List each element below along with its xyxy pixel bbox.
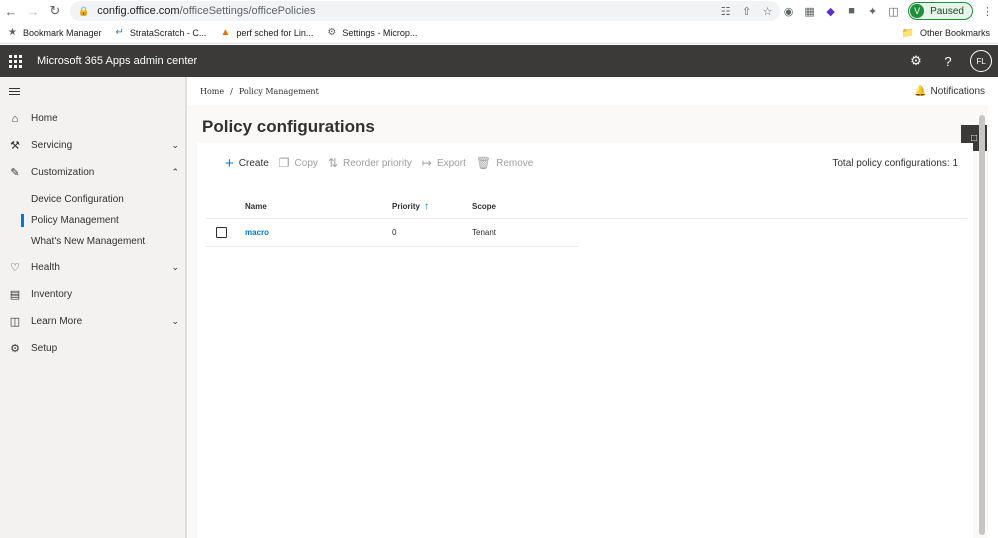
export-icon: ↦ [421, 156, 432, 170]
sidebar-collapse-button[interactable] [0, 77, 185, 105]
profile-avatar: V [910, 4, 925, 18]
sidebar-item-home[interactable]: ⌂ Home [0, 105, 185, 132]
sidebar-item-servicing[interactable]: ⚒ Servicing ⌄ [0, 132, 185, 159]
sidebar-item-whats-new-management[interactable]: What's New Management [0, 231, 185, 252]
extensions-puzzle-icon[interactable]: ✦ [862, 0, 883, 22]
lock-icon: 🔒 [78, 5, 90, 16]
trash-icon: 🗑 [475, 156, 492, 170]
user-avatar[interactable]: FL [970, 50, 992, 72]
column-header-scope[interactable]: Scope [472, 202, 572, 211]
policy-table: Name Priority ↑ Scope macro 0 Tenant [206, 195, 967, 247]
sidebar-item-device-configuration[interactable]: Device Configuration [0, 189, 185, 210]
breadcrumb-home[interactable]: Home [200, 87, 224, 96]
breadcrumb-separator: / [230, 86, 233, 96]
heart-icon: ♡ [10, 262, 20, 274]
main-area: Home / Policy Management 🔔 Notifications… [188, 77, 988, 538]
policy-priority: 0 [392, 228, 397, 237]
extension-qr-icon[interactable]: ▦ [799, 0, 820, 22]
sidebar: ⌂ Home ⚒ Servicing ⌄ ✎ Customization ⌃ D… [0, 77, 187, 538]
servicing-icon: ⚒ [10, 140, 20, 152]
chevron-up-icon: ⌃ [171, 167, 179, 177]
extension-bot-icon[interactable]: ■ [841, 0, 862, 22]
extension-purple-icon[interactable]: ◆ [820, 0, 841, 22]
column-header-priority[interactable]: Priority ↑ [392, 201, 472, 212]
profile-button[interactable]: V Paused [908, 2, 973, 20]
reorder-icon: ⇅ [327, 156, 338, 170]
bookmark-star-icon[interactable]: ☆ [757, 0, 778, 22]
profile-status: Paused [930, 5, 964, 17]
star-icon: ★ [8, 27, 17, 38]
app-title[interactable]: Microsoft 365 Apps admin center [37, 55, 197, 67]
bell-icon: 🔔 [914, 85, 927, 97]
policy-scope: Tenant [472, 228, 497, 237]
inventory-icon: ▤ [9, 289, 21, 301]
gear-icon: ⚙ [10, 343, 20, 355]
sidebar-item-policy-management[interactable]: Policy Management [0, 210, 185, 231]
chevron-down-icon: ⌄ [171, 316, 179, 326]
bookmark-item[interactable]: ↵ StrataScratch - C... [116, 27, 207, 38]
address-bar[interactable]: 🔒 config.office.com/officeSettings/offic… [70, 1, 780, 21]
table-header: Name Priority ↑ Scope [206, 195, 967, 219]
share-icon[interactable]: ⇧ [736, 0, 757, 22]
sidebar-item-customization[interactable]: ✎ Customization ⌃ [0, 159, 185, 186]
flame-icon: ▲ [220, 27, 231, 38]
translate-icon[interactable]: ☷ [715, 0, 736, 22]
back-icon[interactable]: ← [0, 0, 22, 22]
policy-name-link[interactable]: macro [245, 228, 269, 237]
browser-toolbar: ← → ↻ 🔒 config.office.com/officeSettings… [0, 0, 998, 22]
strata-icon: ↵ [115, 27, 124, 38]
sidebar-item-learn-more[interactable]: ◫ Learn More ⌄ [0, 308, 185, 335]
bookmark-item[interactable]: ★ Bookmark Manager [8, 27, 102, 38]
app-header: Microsoft 365 Apps admin center ⚙ ? FL [0, 45, 998, 77]
plus-icon: + [225, 154, 234, 172]
extension-grammarly-icon[interactable]: ◉ [778, 0, 799, 22]
side-panel-icon[interactable]: ◫ [883, 0, 904, 22]
row-checkbox[interactable] [216, 227, 227, 238]
sidebar-item-health[interactable]: ♡ Health ⌄ [0, 254, 185, 281]
sort-ascending-icon: ↑ [424, 201, 430, 212]
help-icon[interactable]: ? [932, 45, 964, 77]
breadcrumb-current: Policy Management [238, 86, 319, 96]
export-button[interactable]: ↦ Export [422, 156, 466, 170]
bookmark-item[interactable]: ▲ perf sched for Lin... [220, 27, 313, 38]
table-row: macro 0 Tenant [206, 219, 578, 247]
chevron-down-icon: ⌄ [171, 140, 179, 150]
customization-icon: ✎ [10, 167, 20, 179]
other-bookmarks[interactable]: 📁 Other Bookmarks [902, 22, 990, 44]
folder-icon: 📁 [901, 27, 914, 39]
bookmark-item[interactable]: ⚙ Settings - Microp... [327, 27, 417, 38]
sidebar-item-inventory[interactable]: ▤ Inventory [0, 281, 185, 308]
reorder-priority-button[interactable]: ⇅ Reorder priority [328, 156, 412, 170]
notifications-button[interactable]: 🔔 Notifications [914, 77, 985, 105]
remove-button[interactable]: 🗑 Remove [476, 156, 533, 170]
page-title: Policy configurations [202, 117, 375, 136]
url-text: config.office.com/officeSettings/officeP… [97, 5, 316, 17]
content-panel: + Create ❐ Copy ⇅ Reorder priority ↦ Exp… [197, 143, 973, 538]
sidebar-item-setup[interactable]: ⚙ Setup [0, 335, 185, 362]
gear-icon: ⚙ [327, 27, 337, 38]
scrollbar[interactable] [978, 105, 986, 538]
create-button[interactable]: + Create [225, 155, 269, 172]
copy-button[interactable]: ❐ Copy [279, 156, 318, 170]
app-launcher-icon[interactable] [1, 45, 29, 77]
settings-gear-icon[interactable]: ⚙ [900, 45, 932, 77]
breadcrumb: Home / Policy Management 🔔 Notifications [188, 77, 988, 105]
chevron-down-icon: ⌄ [171, 262, 179, 272]
copy-icon: ❐ [278, 156, 290, 170]
forward-icon[interactable]: → [22, 0, 44, 22]
home-icon: ⌂ [11, 112, 19, 125]
hamburger-icon [9, 86, 20, 97]
column-header-name[interactable]: Name [245, 202, 392, 211]
bookmarks-bar: ★ Bookmark Manager ↵ StrataScratch - C... … [0, 22, 998, 44]
total-count: Total policy configurations: 1 [832, 157, 958, 169]
kebab-menu-icon[interactable]: ⋮ [977, 0, 998, 22]
command-bar: + Create ❐ Copy ⇅ Reorder priority ↦ Exp… [197, 143, 973, 183]
reload-icon[interactable]: ↻ [44, 0, 66, 22]
book-icon: ◫ [9, 316, 21, 328]
